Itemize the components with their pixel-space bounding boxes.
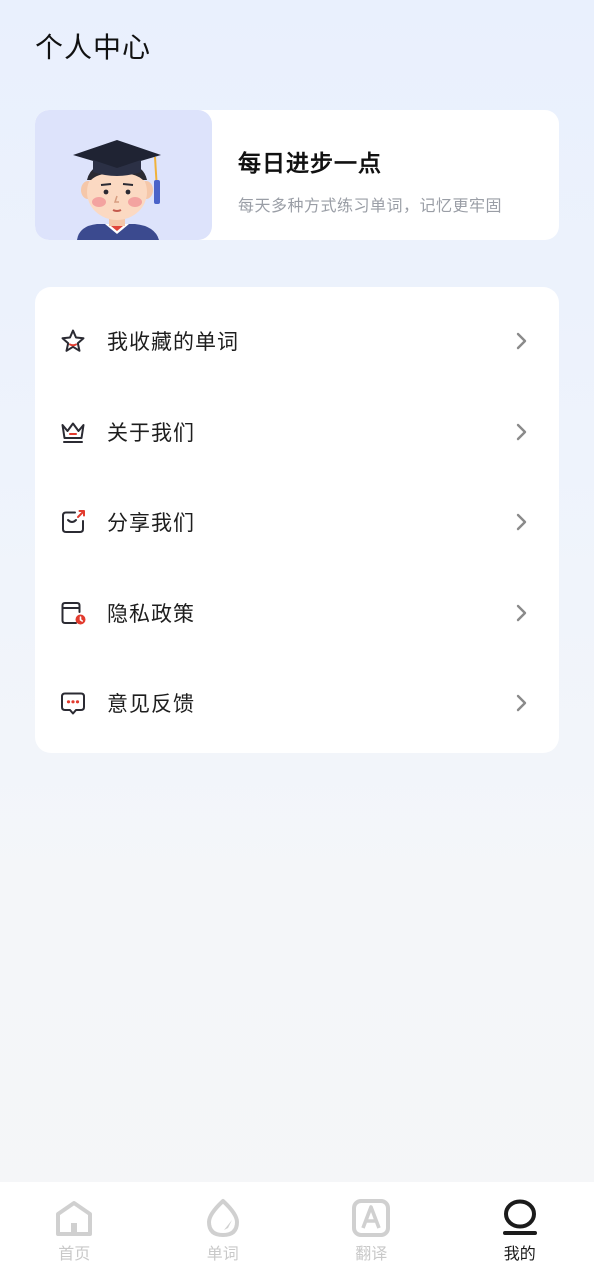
menu-item-favorite-words[interactable]: 我收藏的单词: [35, 296, 559, 387]
tab-profile[interactable]: 我的: [446, 1182, 594, 1280]
tab-words[interactable]: 单词: [149, 1182, 298, 1280]
chevron-right-icon: [515, 693, 529, 713]
chevron-right-icon: [515, 603, 529, 623]
star-icon: [59, 327, 87, 355]
chevron-right-icon: [515, 512, 529, 532]
banner-subtitle: 每天多种方式练习单词，记忆更牢固: [238, 196, 503, 215]
tab-translate[interactable]: 翻译: [297, 1182, 446, 1280]
translate-a-icon: [351, 1198, 391, 1238]
graduate-illustration: [35, 110, 212, 240]
bottom-tab-bar: 首页 单词 翻译 我的: [0, 1182, 594, 1280]
tab-label-translate: 翻译: [355, 1244, 388, 1263]
feedback-chat-icon: [59, 689, 87, 717]
tab-label-home: 首页: [58, 1244, 91, 1263]
menu-label-privacy-policy: 隐私政策: [107, 601, 195, 626]
menu-item-feedback[interactable]: 意见反馈: [35, 658, 559, 749]
chevron-right-icon: [515, 331, 529, 351]
banner-title: 每日进步一点: [238, 151, 382, 177]
menu-item-privacy-policy[interactable]: 隐私政策: [35, 568, 559, 659]
menu-label-feedback: 意见反馈: [107, 692, 195, 717]
menu-label-about-us: 关于我们: [107, 420, 195, 445]
page-title: 个人中心: [35, 31, 152, 64]
tab-label-words: 单词: [206, 1244, 239, 1263]
tab-label-profile: 我的: [503, 1244, 536, 1263]
menu-label-share-us: 分享我们: [107, 511, 195, 536]
menu-item-about-us[interactable]: 关于我们: [35, 387, 559, 478]
word-drop-icon: [203, 1198, 243, 1238]
privacy-folder-icon: [59, 599, 87, 627]
home-icon: [54, 1198, 94, 1238]
profile-icon: [500, 1198, 540, 1238]
daily-progress-banner[interactable]: 每日进步一点 每天多种方式练习单词，记忆更牢固: [35, 110, 559, 240]
tab-home[interactable]: 首页: [0, 1182, 149, 1280]
chevron-right-icon: [515, 422, 529, 442]
settings-menu: 我收藏的单词 关于我们 分享我们 隐私政策 意见反馈: [35, 287, 559, 753]
share-icon: [59, 508, 87, 536]
menu-label-favorite-words: 我收藏的单词: [107, 330, 239, 355]
menu-item-share-us[interactable]: 分享我们: [35, 477, 559, 568]
crown-icon: [59, 418, 87, 446]
